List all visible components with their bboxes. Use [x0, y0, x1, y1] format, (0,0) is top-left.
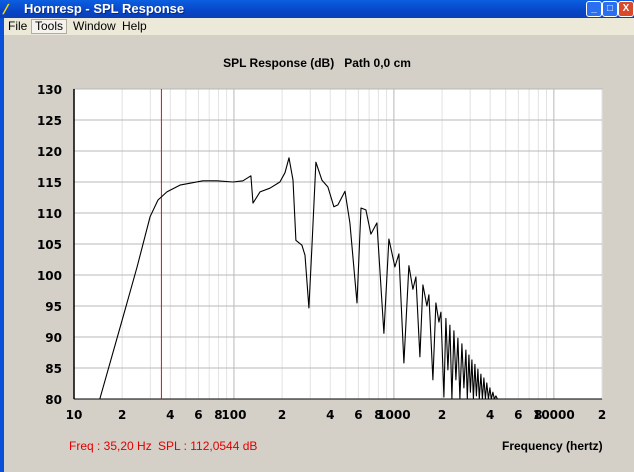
y-tick-label: 100 — [37, 269, 62, 283]
x-tick-label: 6 — [514, 408, 522, 422]
x-tick-label: 2 — [118, 408, 126, 422]
x-tick-label: 4 — [166, 408, 174, 422]
y-tick-label: 80 — [45, 393, 62, 407]
y-tick-label: 105 — [37, 238, 62, 252]
y-tick-label: 125 — [37, 114, 62, 128]
y-tick-label: 115 — [37, 176, 62, 190]
x-tick-label: 10000 — [533, 408, 575, 422]
y-tick-label: 90 — [45, 331, 62, 345]
x-tick-label: 1000 — [377, 408, 410, 422]
x-tick-label: 100 — [221, 408, 246, 422]
frequency-readout: Freq : 35,20 Hz — [69, 439, 152, 453]
x-tick-label: 2 — [598, 408, 606, 422]
y-tick-label: 85 — [45, 362, 62, 376]
x-tick-label: 10 — [66, 408, 83, 422]
y-tick-label: 120 — [37, 145, 62, 159]
y-tick-label: 130 — [37, 83, 62, 97]
y-tick-label: 110 — [37, 207, 62, 221]
x-tick-label: 2 — [278, 408, 286, 422]
x-axis-label: Frequency (hertz) — [502, 439, 603, 453]
x-tick-label: 4 — [326, 408, 334, 422]
x-tick-label: 2 — [438, 408, 446, 422]
y-tick-label: 95 — [45, 300, 62, 314]
x-tick-label: 6 — [194, 408, 202, 422]
x-tick-label: 6 — [354, 408, 362, 422]
spl-readout: SPL : 112,0544 dB — [158, 439, 258, 453]
x-tick-label: 4 — [486, 408, 494, 422]
spl-chart[interactable]: 8085909510010511011512012513010 2 4 6 8100 2 4… — [0, 0, 634, 472]
